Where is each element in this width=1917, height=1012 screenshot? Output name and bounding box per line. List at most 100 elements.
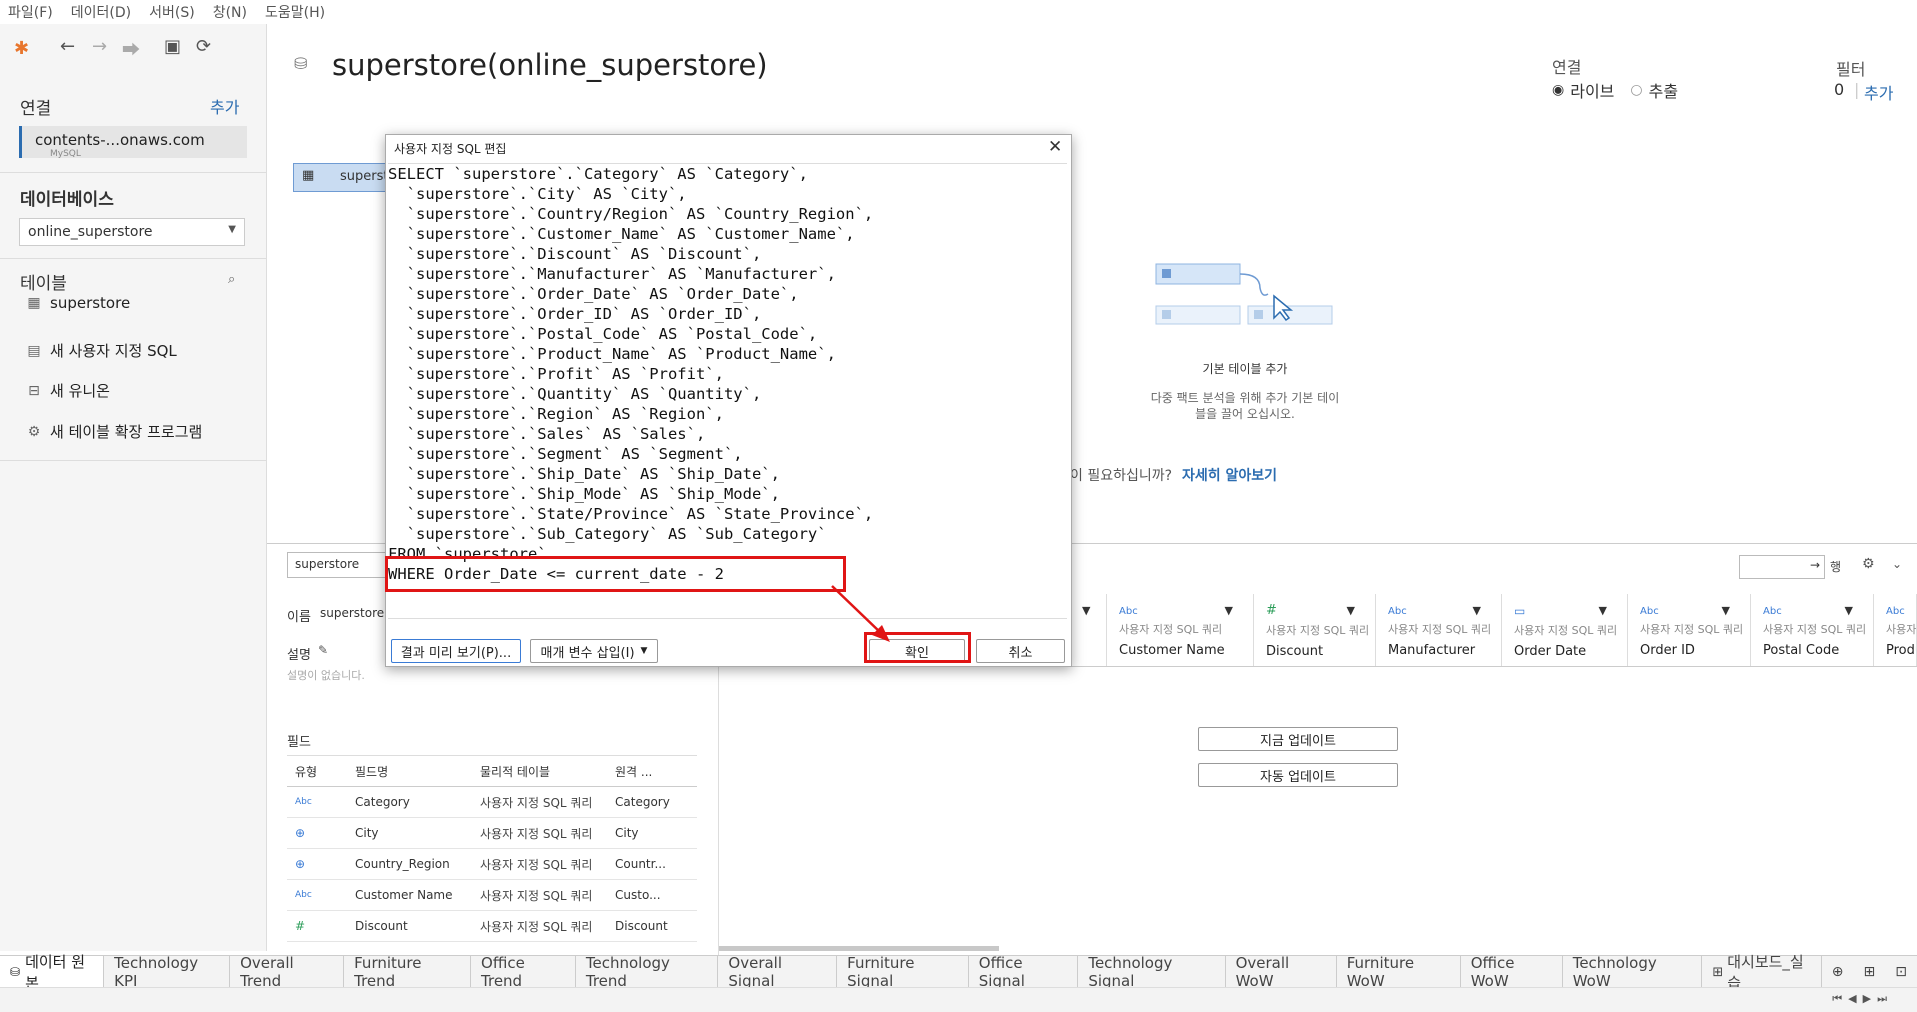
table-item-superstore[interactable]: ▦ superstore (26, 294, 130, 312)
dashboard-icon: ⊞ (1712, 964, 1724, 980)
sheet-tab[interactable]: Overall WoW (1226, 954, 1337, 990)
chevron-down-icon[interactable]: ⌄ (1892, 557, 1902, 571)
connection-item[interactable]: contents-...onaws.com MySQL (19, 126, 247, 158)
table-name-box[interactable]: superstore (287, 552, 389, 578)
field-table: 사용자 지정 SQL 쿼리 (480, 888, 593, 903)
chevron-down-icon[interactable]: ▼ (1845, 604, 1853, 617)
header-physical-table[interactable]: 물리적 테이블 (472, 763, 607, 780)
menu-data[interactable]: 데이터(D) (71, 2, 131, 22)
live-label[interactable]: 라이브 (1570, 78, 1614, 102)
column-source: 사용자 지정 SQL 쿼리 (1514, 624, 1618, 637)
menu-server[interactable]: 서버(S) (149, 2, 195, 22)
chevron-down-icon[interactable]: ▼ (1347, 604, 1355, 617)
sheet-tab[interactable]: Office WoW (1461, 954, 1563, 990)
learn-more-link[interactable]: 자세히 알아보기 (1182, 465, 1277, 485)
datasource-title[interactable]: superstore(online_superstore) (332, 48, 768, 82)
add-filter-link[interactable]: 추가 (1864, 80, 1893, 104)
back-icon[interactable]: ← (60, 36, 75, 57)
gear-icon[interactable]: ⚙ (1862, 556, 1875, 572)
extract-radio[interactable]: ○ (1630, 82, 1642, 98)
sheet-navigation-icons[interactable]: ⏮◀▶⏭ (1832, 992, 1893, 1006)
name-label: 이름 (287, 610, 311, 625)
new-dashboard-icon[interactable]: ⊞ (1854, 956, 1886, 988)
extension-icon: ⚙ (27, 423, 41, 440)
sheet-tab[interactable]: Overall Signal (718, 954, 838, 990)
column-name: Order Date (1514, 644, 1587, 659)
add-connection-link[interactable]: 추가 (210, 94, 239, 118)
chevron-down-icon[interactable]: ▼ (1225, 604, 1233, 617)
sheet-tab[interactable]: Furniture Trend (344, 954, 472, 990)
new-story-icon[interactable]: ⊡ (1885, 956, 1917, 988)
table-row[interactable]: ⊕ City 사용자 지정 SQL 쿼리 City (287, 818, 697, 849)
grid-column[interactable]: # 사용자 지정 SQL 쿼리 Discount ▼ (1254, 594, 1376, 666)
sheet-tab[interactable]: Overall Trend (230, 954, 345, 990)
close-icon[interactable]: ✕ (1048, 137, 1062, 157)
header-type[interactable]: 유형 (287, 763, 347, 780)
grid-column[interactable]: Abc 사용자 지정 SQL 쿼리 Manufacturer ▼ (1376, 594, 1502, 666)
horizontal-scrollbar[interactable] (719, 946, 999, 951)
sheet-tab[interactable]: Furniture WoW (1337, 954, 1461, 990)
menu-window[interactable]: 창(N) (213, 2, 247, 22)
database-select[interactable]: online_superstore ▼ (19, 218, 245, 246)
chevron-down-icon[interactable]: ▼ (1722, 604, 1730, 617)
sheet-tab[interactable]: Technology WoW (1563, 954, 1703, 990)
fields-label: 필드 (287, 735, 311, 750)
header-remote[interactable]: 원격 ... (607, 763, 687, 780)
globe-icon: ⊕ (295, 857, 306, 871)
connection-name: contents-...onaws.com (35, 131, 205, 149)
left-pane: ✱ ← → ⮕ ▣ ⟳ 연결 추가 contents-...onaws.com … (0, 24, 267, 951)
name-value[interactable]: superstore (320, 606, 384, 620)
redo-icon[interactable]: ⮕ (122, 36, 140, 62)
edit-icon[interactable]: ✎ (318, 643, 328, 657)
sheet-tab[interactable]: Technology Trend (576, 954, 719, 990)
table-row[interactable]: # Discount 사용자 지정 SQL 쿼리 Discount (287, 911, 697, 942)
table-row[interactable]: Abc Customer Name 사용자 지정 SQL 쿼리 Custo... (287, 880, 697, 911)
dashboard-tab[interactable]: ⊞ 대시보드_실습 (1702, 953, 1822, 992)
sheet-tab[interactable]: Furniture Signal (837, 954, 969, 990)
tab-data-source[interactable]: ⛁ 데이터 원본 (0, 953, 105, 992)
sheet-tab[interactable]: Technology KPI (104, 954, 231, 990)
extract-label[interactable]: 추출 (1649, 78, 1678, 102)
forward-icon[interactable]: → (92, 36, 107, 57)
live-radio[interactable]: ◉ (1552, 82, 1564, 98)
new-table-extension-item[interactable]: ⚙ 새 테이블 확장 프로그램 (26, 421, 203, 442)
table-row[interactable]: Abc Category 사용자 지정 SQL 쿼리 Category (287, 787, 697, 818)
sheet-tab[interactable]: Office Signal (969, 954, 1079, 990)
grid-column-hidden[interactable]: ▼ (1072, 594, 1107, 666)
grid-column[interactable]: Abc 사용자 지정 SQL 쿼리 Postal Code ▼ (1751, 594, 1874, 666)
new-custom-sql-item[interactable]: ▤ 새 사용자 지정 SQL (26, 340, 176, 361)
sql-editor[interactable]: SELECT `superstore`.`Category` AS `Categ… (388, 163, 1067, 619)
auto-update-button[interactable]: 자동 업데이트 (1198, 763, 1398, 787)
chevron-down-icon[interactable]: ▼ (1473, 604, 1481, 617)
table-icon: ▦ (27, 295, 41, 311)
cancel-button[interactable]: 취소 (976, 639, 1065, 663)
canvas-table-chip[interactable]: ▦ superst (293, 163, 395, 192)
tableau-logo-icon[interactable]: ✱ (14, 38, 29, 59)
grid-column[interactable]: ▭ 사용자 지정 SQL 쿼리 Order Date ▼ (1502, 594, 1628, 666)
menu-file[interactable]: 파일(F) (8, 2, 53, 22)
preview-results-button[interactable]: 결과 미리 보기(P)... (391, 639, 521, 663)
search-icon[interactable]: ⌕ (228, 272, 235, 287)
chevron-down-icon[interactable]: ▼ (1599, 604, 1607, 617)
field-name: City (355, 826, 379, 840)
grid-column[interactable]: Abc 사용자 지정 SQL 쿼리 Customer Name ▼ (1107, 594, 1254, 666)
sheet-tab[interactable]: Technology Signal (1078, 954, 1226, 990)
custom-sql-icon: ▤ (27, 342, 41, 359)
new-sheet-icon[interactable]: ⊕ (1822, 956, 1854, 988)
new-union-item[interactable]: ⊟ 새 유니온 (26, 380, 110, 401)
grid-column[interactable]: Abc 사용자 지정 SQL 쿼리 Order ID ▼ (1628, 594, 1751, 666)
field-table: 사용자 지정 SQL 쿼리 (480, 857, 593, 872)
datasource-icon[interactable]: ⛁ (294, 54, 307, 73)
refresh-icon[interactable]: ⟳ (196, 36, 211, 57)
header-field-name[interactable]: 필드명 (347, 763, 472, 780)
menu-help[interactable]: 도움말(H) (265, 2, 325, 22)
sheet-tab[interactable]: Office Trend (471, 954, 576, 990)
grid-column[interactable]: Abc 사용자 지정 SQL Produ (1874, 594, 1917, 666)
update-now-button[interactable]: 지금 업데이트 (1198, 727, 1398, 751)
table-row[interactable]: ⊕ Country_Region 사용자 지정 SQL 쿼리 Countr... (287, 849, 697, 880)
save-icon[interactable]: ▣ (164, 36, 181, 57)
column-source: 사용자 지정 SQL 쿼리 (1763, 623, 1867, 636)
rows-input[interactable]: → (1739, 555, 1825, 579)
insert-parameter-button[interactable]: 매개 변수 삽입(I) ▼ (530, 639, 658, 663)
field-name: Customer Name (355, 888, 453, 902)
